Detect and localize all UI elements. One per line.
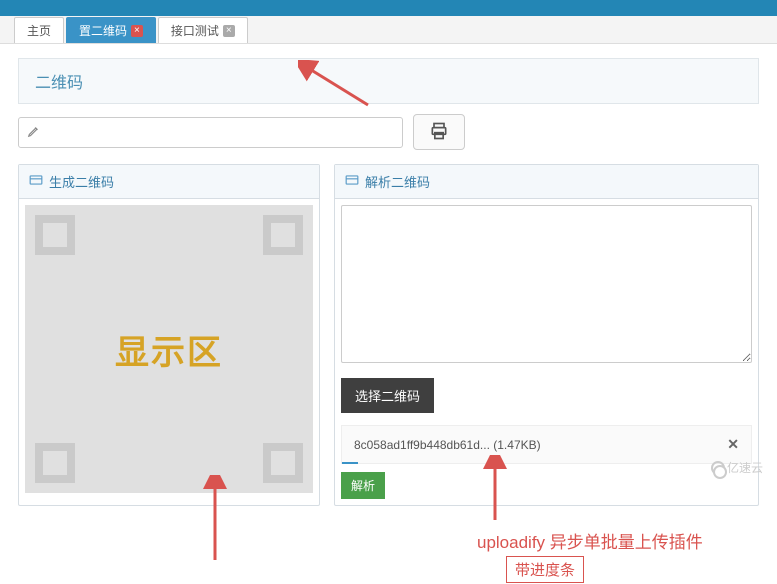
- qr-text-input[interactable]: [47, 125, 394, 140]
- tab-bar: 主页 置二维码 × 接口测试 ×: [0, 16, 777, 44]
- file-info: 8c058ad1ff9b448db61d... (1.47KB): [354, 438, 541, 452]
- annotation-arrow-icon: [475, 455, 515, 525]
- card-icon: [345, 174, 359, 189]
- parse-button[interactable]: 解析: [341, 472, 385, 499]
- annotation-arrow-icon: [298, 60, 378, 110]
- generate-qr-panel: 生成二维码 显示区: [18, 164, 320, 506]
- tab-apitest[interactable]: 接口测试 ×: [158, 17, 248, 43]
- close-icon[interactable]: ×: [131, 25, 143, 37]
- annotation-arrow-icon: [195, 475, 235, 565]
- qr-corner-icon: [263, 443, 303, 483]
- file-name: 8c058ad1ff9b448db61d...: [354, 438, 490, 452]
- printer-icon: [429, 121, 449, 144]
- file-size: (1.47KB): [493, 438, 540, 452]
- qr-corner-icon: [35, 443, 75, 483]
- remove-file-icon[interactable]: ✕: [727, 436, 739, 453]
- tab-qrcode[interactable]: 置二维码 ×: [66, 17, 156, 43]
- qr-text-input-wrap[interactable]: [18, 117, 403, 148]
- toolbar: [18, 114, 759, 150]
- panel-header: 生成二维码: [19, 165, 319, 199]
- pencil-icon: [27, 124, 41, 141]
- watermark-icon: [711, 461, 725, 475]
- display-placeholder: 显示区: [115, 325, 223, 374]
- tab-label: 主页: [27, 22, 51, 39]
- print-button[interactable]: [413, 114, 465, 150]
- qr-corner-icon: [263, 215, 303, 255]
- parse-result-textarea[interactable]: [341, 205, 752, 363]
- uploaded-file-row: 8c058ad1ff9b448db61d... (1.47KB) ✕: [341, 425, 752, 464]
- tab-label: 置二维码: [79, 22, 127, 39]
- page-title: 二维码: [18, 58, 759, 104]
- panel-title: 生成二维码: [49, 172, 114, 191]
- close-icon[interactable]: ×: [223, 25, 235, 37]
- panel-title: 解析二维码: [365, 172, 430, 191]
- annotation-text: uploadify 异步单批量上传插件: [477, 528, 703, 553]
- tab-home[interactable]: 主页: [14, 17, 64, 43]
- top-bar: [0, 0, 777, 16]
- watermark-text: 亿速云: [727, 459, 763, 476]
- card-icon: [29, 174, 43, 189]
- tab-label: 接口测试: [171, 22, 219, 39]
- panel-header: 解析二维码: [335, 165, 758, 199]
- parse-qr-panel: 解析二维码 选择二维码 8c058ad1ff9b448db61d... (1.4…: [334, 164, 759, 506]
- qr-corner-icon: [35, 215, 75, 255]
- qr-display-area: 显示区: [25, 205, 313, 493]
- watermark: 亿速云: [711, 459, 763, 476]
- select-qr-button[interactable]: 选择二维码: [341, 378, 434, 413]
- annotation-text-box: 带进度条: [506, 556, 584, 583]
